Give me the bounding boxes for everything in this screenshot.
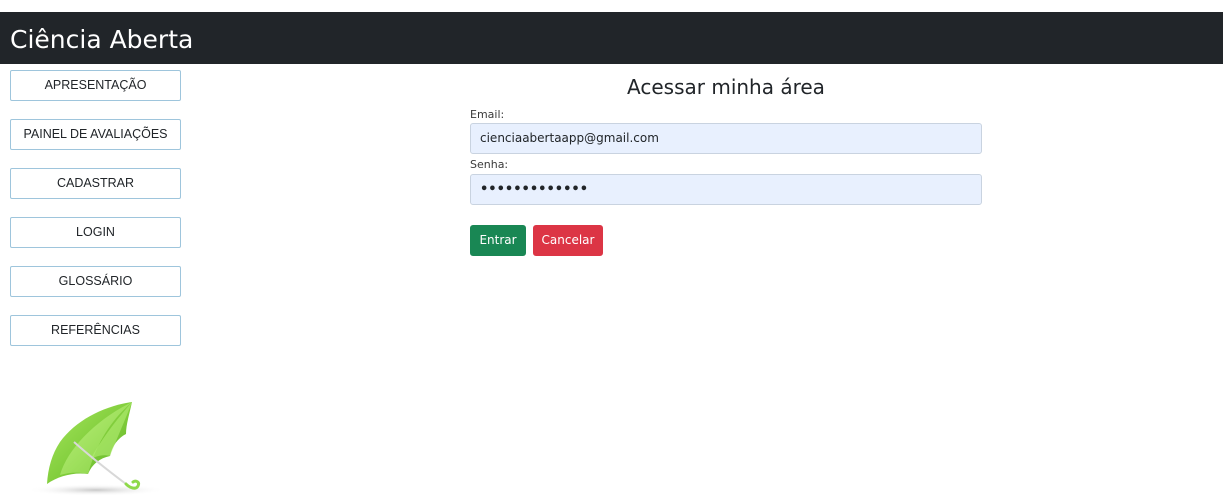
sidebar-item-cadastrar[interactable]: CADASTRAR	[10, 168, 181, 199]
sidebar-item-login[interactable]: LOGIN	[10, 217, 181, 248]
sidebar-item-glossario[interactable]: GLOSSÁRIO	[10, 266, 181, 297]
email-field[interactable]: cienciaabertaapp@gmail.com	[470, 123, 982, 154]
email-field-value: cienciaabertaapp@gmail.com	[480, 131, 659, 145]
sidebar-item-apresentacao[interactable]: APRESENTAÇÃO	[10, 70, 181, 101]
password-label: Senha:	[470, 158, 509, 171]
cancel-button[interactable]: Cancelar	[533, 225, 603, 256]
email-label: Email:	[470, 108, 505, 121]
page-title: Acessar minha área	[627, 75, 825, 99]
app-title[interactable]: Ciência Aberta	[10, 25, 193, 55]
password-field[interactable]: •••••••••••••	[470, 174, 982, 205]
sidebar-item-painel-de-avaliacoes[interactable]: PAINEL DE AVALIAÇÕES	[10, 119, 181, 150]
top-navbar: Ciência Aberta	[0, 12, 1223, 64]
password-field-value: •••••••••••••	[480, 182, 589, 197]
submit-button[interactable]: Entrar	[470, 225, 526, 256]
green-umbrella-icon	[14, 398, 174, 495]
sidebar-nav: APRESENTAÇÃO PAINEL DE AVALIAÇÕES CADAST…	[10, 70, 181, 364]
page: Ciência Aberta APRESENTAÇÃO PAINEL DE AV…	[0, 0, 1223, 495]
sidebar-item-referencias[interactable]: REFERÊNCIAS	[10, 315, 181, 346]
